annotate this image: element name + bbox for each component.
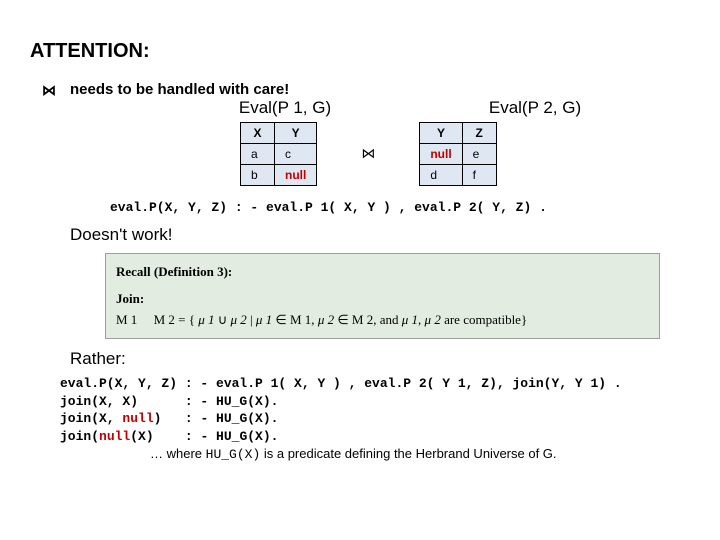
t2-h2: Z [462,123,496,144]
table-eval-p1: X Y a c b null [240,122,317,186]
mu2-c: μ 2 [425,312,441,327]
elem-sym-2: ∈ [337,312,348,327]
eval-labels: Eval(P 1, G) Eval(P 2, G) [220,98,690,118]
t2-r2c2: f [462,165,496,186]
t1-r1c2: c [275,144,317,165]
join-mid3: M 2, and [352,312,402,327]
tables-row: X Y a c b null ⋈ Y Z null e d f [240,122,690,186]
t2-h1: Y [420,123,462,144]
code2-l2: join(X, X) : - HU_G(X). [60,394,278,409]
herbrand-note: … where HU_G(X) is a predicate defining … [150,446,690,462]
t1-r1c1: a [241,144,275,165]
care-line: ⋈ needs to be handled with care! [70,81,690,98]
join-mid2: M 1, [287,312,318,327]
bowtie-icon: ⋈ [42,83,56,100]
join-icon: ⋈ [361,146,375,163]
mu1-a: μ 1 [198,312,214,327]
compat-text: are compatible} [441,312,527,327]
eval2-label: Eval(P 2, G) [470,98,600,118]
join-label: Join: [116,291,144,306]
mu1-b: μ 1 [256,312,272,327]
code-naive-rule: eval.P(X, Y, Z) : - eval.P 1( X, Y ) , e… [110,200,690,215]
note-prefix: … where [150,446,206,461]
t1-h2: Y [275,123,317,144]
code2-l1: eval.P(X, Y, Z) : - eval.P 1( X, Y ) , e… [60,376,622,391]
mu2-b: μ 2 [318,312,334,327]
t2-r1c2: e [462,144,496,165]
union-sym: ∪ [218,312,228,327]
t1-r2c1: b [241,165,275,186]
t2-r2c1: d [420,165,462,186]
code2-l4: join(null(X) : - HU_G(X). [60,429,278,444]
doesnt-work: Doesn't work! [70,225,690,245]
elem-sym-1: ∈ [275,312,286,327]
join-def: Join: M 1 M 2 = { μ 1 ∪ μ 2 | μ 1 ∈ M 1,… [116,289,649,331]
null-in-l4: null [99,429,130,444]
recall-box: Recall (Definition 3): Join: M 1 M 2 = {… [105,253,660,339]
mu1-c: μ 1 [402,312,418,327]
join-lhs: M 1 [116,312,137,327]
eval1-label: Eval(P 1, G) [220,98,350,118]
join-rhs: M 2 = { μ 1 ∪ μ 2 | μ 1 ∈ M 1, μ 2 ∈ M 2… [154,312,528,327]
note-suffix: is a predicate defining the Herbrand Uni… [260,446,556,461]
table-eval-p2: Y Z null e d f [419,122,496,186]
code2-l3: join(X, null) : - HU_G(X). [60,411,278,426]
code-correct-rules: eval.P(X, Y, Z) : - eval.P 1( X, Y ) , e… [60,375,690,445]
join-rhs-prefix: M 2 = { [154,312,199,327]
rather-label: Rather: [70,349,690,369]
note-pred: HU_G(X) [206,447,261,462]
join-mid1: | [247,312,256,327]
null-in-l3: null [122,411,153,426]
mu2-a: μ 2 [231,312,247,327]
care-text: needs to be handled with care! [70,81,289,98]
t1-r2c2-null: null [275,165,317,186]
recall-header: Recall (Definition 3): [116,262,649,283]
t2-r1c1-null: null [420,144,462,165]
page-title: ATTENTION: [30,40,690,63]
t1-h1: X [241,123,275,144]
